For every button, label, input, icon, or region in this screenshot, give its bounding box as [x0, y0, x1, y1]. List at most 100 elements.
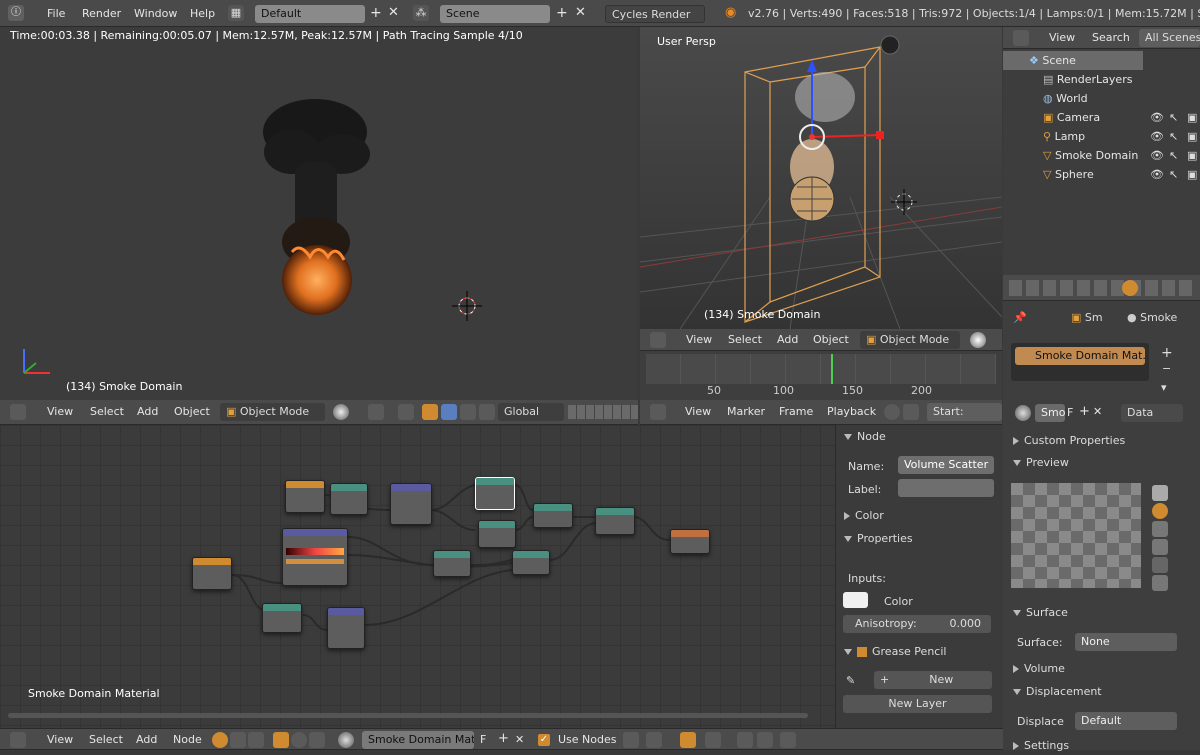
outliner-smoke-domain[interactable]: ▽ Smoke Domain: [1043, 146, 1138, 165]
current-frame-marker[interactable]: [831, 354, 833, 384]
properties-tabs[interactable]: [1003, 275, 1200, 301]
persp-object-menu[interactable]: Object: [813, 331, 849, 349]
rotate-icon[interactable]: [441, 404, 457, 420]
outliner-all-scenes[interactable]: All Scenes: [1139, 29, 1200, 47]
info-editor-icon[interactable]: ⓘ: [8, 5, 24, 21]
render-toggle-icon[interactable]: ▣: [1187, 149, 1197, 162]
layout-icon[interactable]: ▦: [228, 5, 244, 21]
eye-icon[interactable]: 👁: [1150, 111, 1164, 124]
persp-add-menu[interactable]: Add: [777, 331, 798, 349]
preview-monkey-icon[interactable]: [1152, 539, 1168, 555]
settings-panel[interactable]: Settings: [1013, 737, 1193, 752]
grease-pencil-section[interactable]: Grease Pencil: [844, 642, 994, 662]
persp-shading-icon[interactable]: [970, 332, 986, 348]
shader-nodes-icon[interactable]: [212, 732, 228, 748]
node-label-field[interactable]: [898, 479, 994, 497]
node-multiply[interactable]: [390, 483, 432, 525]
editor-type-icon[interactable]: [10, 404, 26, 420]
preview-sky-icon[interactable]: [1152, 575, 1168, 591]
remove-scene-button[interactable]: ✕: [575, 4, 586, 22]
3d-viewport[interactable]: User Persp (134) Smoke Domain: [640, 27, 1002, 329]
surface-shader-selector[interactable]: None: [1075, 633, 1177, 651]
scene-selector[interactable]: Scene: [440, 5, 550, 23]
lock-icon[interactable]: [903, 404, 919, 420]
render-view-menu[interactable]: View: [47, 403, 73, 421]
remove-slot-button[interactable]: −: [1162, 362, 1171, 375]
node-volume-scatter[interactable]: [475, 477, 515, 510]
material-name-field[interactable]: Smo: [1035, 404, 1065, 422]
render-viewport[interactable]: Time:00:03.38 | Remaining:00:05.07 | Mem…: [0, 27, 638, 400]
persp-view-menu[interactable]: View: [686, 331, 712, 349]
node-material-field[interactable]: Smoke Domain Mat...: [362, 731, 474, 749]
grease-checkbox[interactable]: [857, 647, 867, 657]
linestyle-icon[interactable]: [309, 732, 325, 748]
add-scene-button[interactable]: +: [556, 4, 568, 22]
menu-file[interactable]: File: [47, 5, 65, 23]
outliner-view-menu[interactable]: View: [1049, 29, 1075, 47]
render-object-menu[interactable]: Object: [174, 403, 210, 421]
pin-icon[interactable]: 📌: [1013, 311, 1027, 324]
add-slot-button[interactable]: +: [1161, 345, 1173, 361]
node-name-field[interactable]: Volume Scatter: [898, 456, 994, 474]
render-toggle-icon[interactable]: ▣: [1187, 168, 1197, 181]
node-pin-icon[interactable]: [623, 732, 639, 748]
render-select-menu[interactable]: Select: [90, 403, 124, 421]
eye-icon[interactable]: 👁: [1150, 168, 1164, 181]
node-volume-absorption[interactable]: [478, 520, 516, 548]
new-layer-button[interactable]: New Layer: [843, 695, 992, 713]
anisotropy-field[interactable]: Anisotropy: 0.000: [843, 615, 991, 633]
node-attribute-2[interactable]: [192, 557, 232, 590]
menu-render[interactable]: Render: [82, 5, 121, 23]
shading-icon[interactable]: [333, 404, 349, 420]
cursor-icon[interactable]: ↖: [1169, 130, 1178, 143]
displace-selector[interactable]: Default: [1075, 712, 1177, 730]
outliner-world[interactable]: ◍ World: [1043, 89, 1088, 108]
node-material-output[interactable]: [670, 529, 710, 554]
node-editor-scrollbar[interactable]: [8, 713, 808, 718]
paste-icon[interactable]: [757, 732, 773, 748]
render-toggle-icon[interactable]: ▣: [1187, 130, 1197, 143]
timeline[interactable]: 50 100 150 200: [640, 351, 1002, 400]
node-density[interactable]: [433, 550, 471, 577]
preview-sphere-icon[interactable]: [1152, 503, 1168, 519]
node-emission[interactable]: [512, 550, 550, 575]
timeline-track[interactable]: [646, 354, 996, 384]
editor-type-icon[interactable]: [650, 332, 666, 348]
volume-panel[interactable]: Volume: [1013, 659, 1193, 679]
properties-section[interactable]: Properties: [844, 529, 994, 549]
orientation-selector[interactable]: Global: [498, 403, 564, 421]
fake-user-button[interactable]: F: [1067, 404, 1073, 422]
render-engine-selector[interactable]: Cycles Render: [605, 5, 705, 23]
timeline-playback-menu[interactable]: Playback: [827, 403, 876, 421]
render-toggle-icon[interactable]: ▣: [1187, 111, 1197, 124]
remove-layout-button[interactable]: ✕: [388, 4, 399, 22]
scale-icon[interactable]: [460, 404, 476, 420]
unlink-material-button[interactable]: ✕: [1093, 403, 1102, 421]
translate-icon[interactable]: [422, 404, 438, 420]
scene-selector-icon[interactable]: ⁂: [413, 5, 429, 21]
node-node-menu[interactable]: Node: [173, 731, 202, 749]
timeline-editor-icon[interactable]: [650, 404, 666, 420]
node-add-menu[interactable]: Add: [136, 731, 157, 749]
start-frame-field[interactable]: Start:: [927, 403, 1002, 421]
persp-select-menu[interactable]: Select: [728, 331, 762, 349]
outliner-editor-icon[interactable]: [1013, 30, 1029, 46]
world-shader-icon[interactable]: [291, 732, 307, 748]
node-select-menu[interactable]: Select: [89, 731, 123, 749]
material-slot-list[interactable]: Smoke Domain Mat...: [1011, 343, 1149, 381]
layer-buttons[interactable]: [568, 405, 638, 419]
property-context-icons[interactable]: [1009, 280, 1194, 296]
object-shader-icon[interactable]: [273, 732, 289, 748]
render-mode-selector[interactable]: ▣ Object Mode: [220, 403, 325, 421]
node-parent-icon[interactable]: [646, 732, 662, 748]
material-slot-item[interactable]: Smoke Domain Mat...: [1015, 347, 1145, 365]
menu-window[interactable]: Window: [134, 5, 177, 23]
node-attribute[interactable]: [285, 480, 325, 513]
node-view-menu[interactable]: View: [47, 731, 73, 749]
custom-properties-panel[interactable]: Custom Properties: [1013, 431, 1193, 451]
backdrop-icon[interactable]: [780, 732, 796, 748]
texture-nodes-icon[interactable]: [230, 732, 246, 748]
node-add-shader-1[interactable]: [533, 503, 573, 528]
material-datablock-row[interactable]: Smo F + ✕ Data: [1011, 403, 1191, 423]
add-material-button[interactable]: +: [1079, 403, 1090, 421]
